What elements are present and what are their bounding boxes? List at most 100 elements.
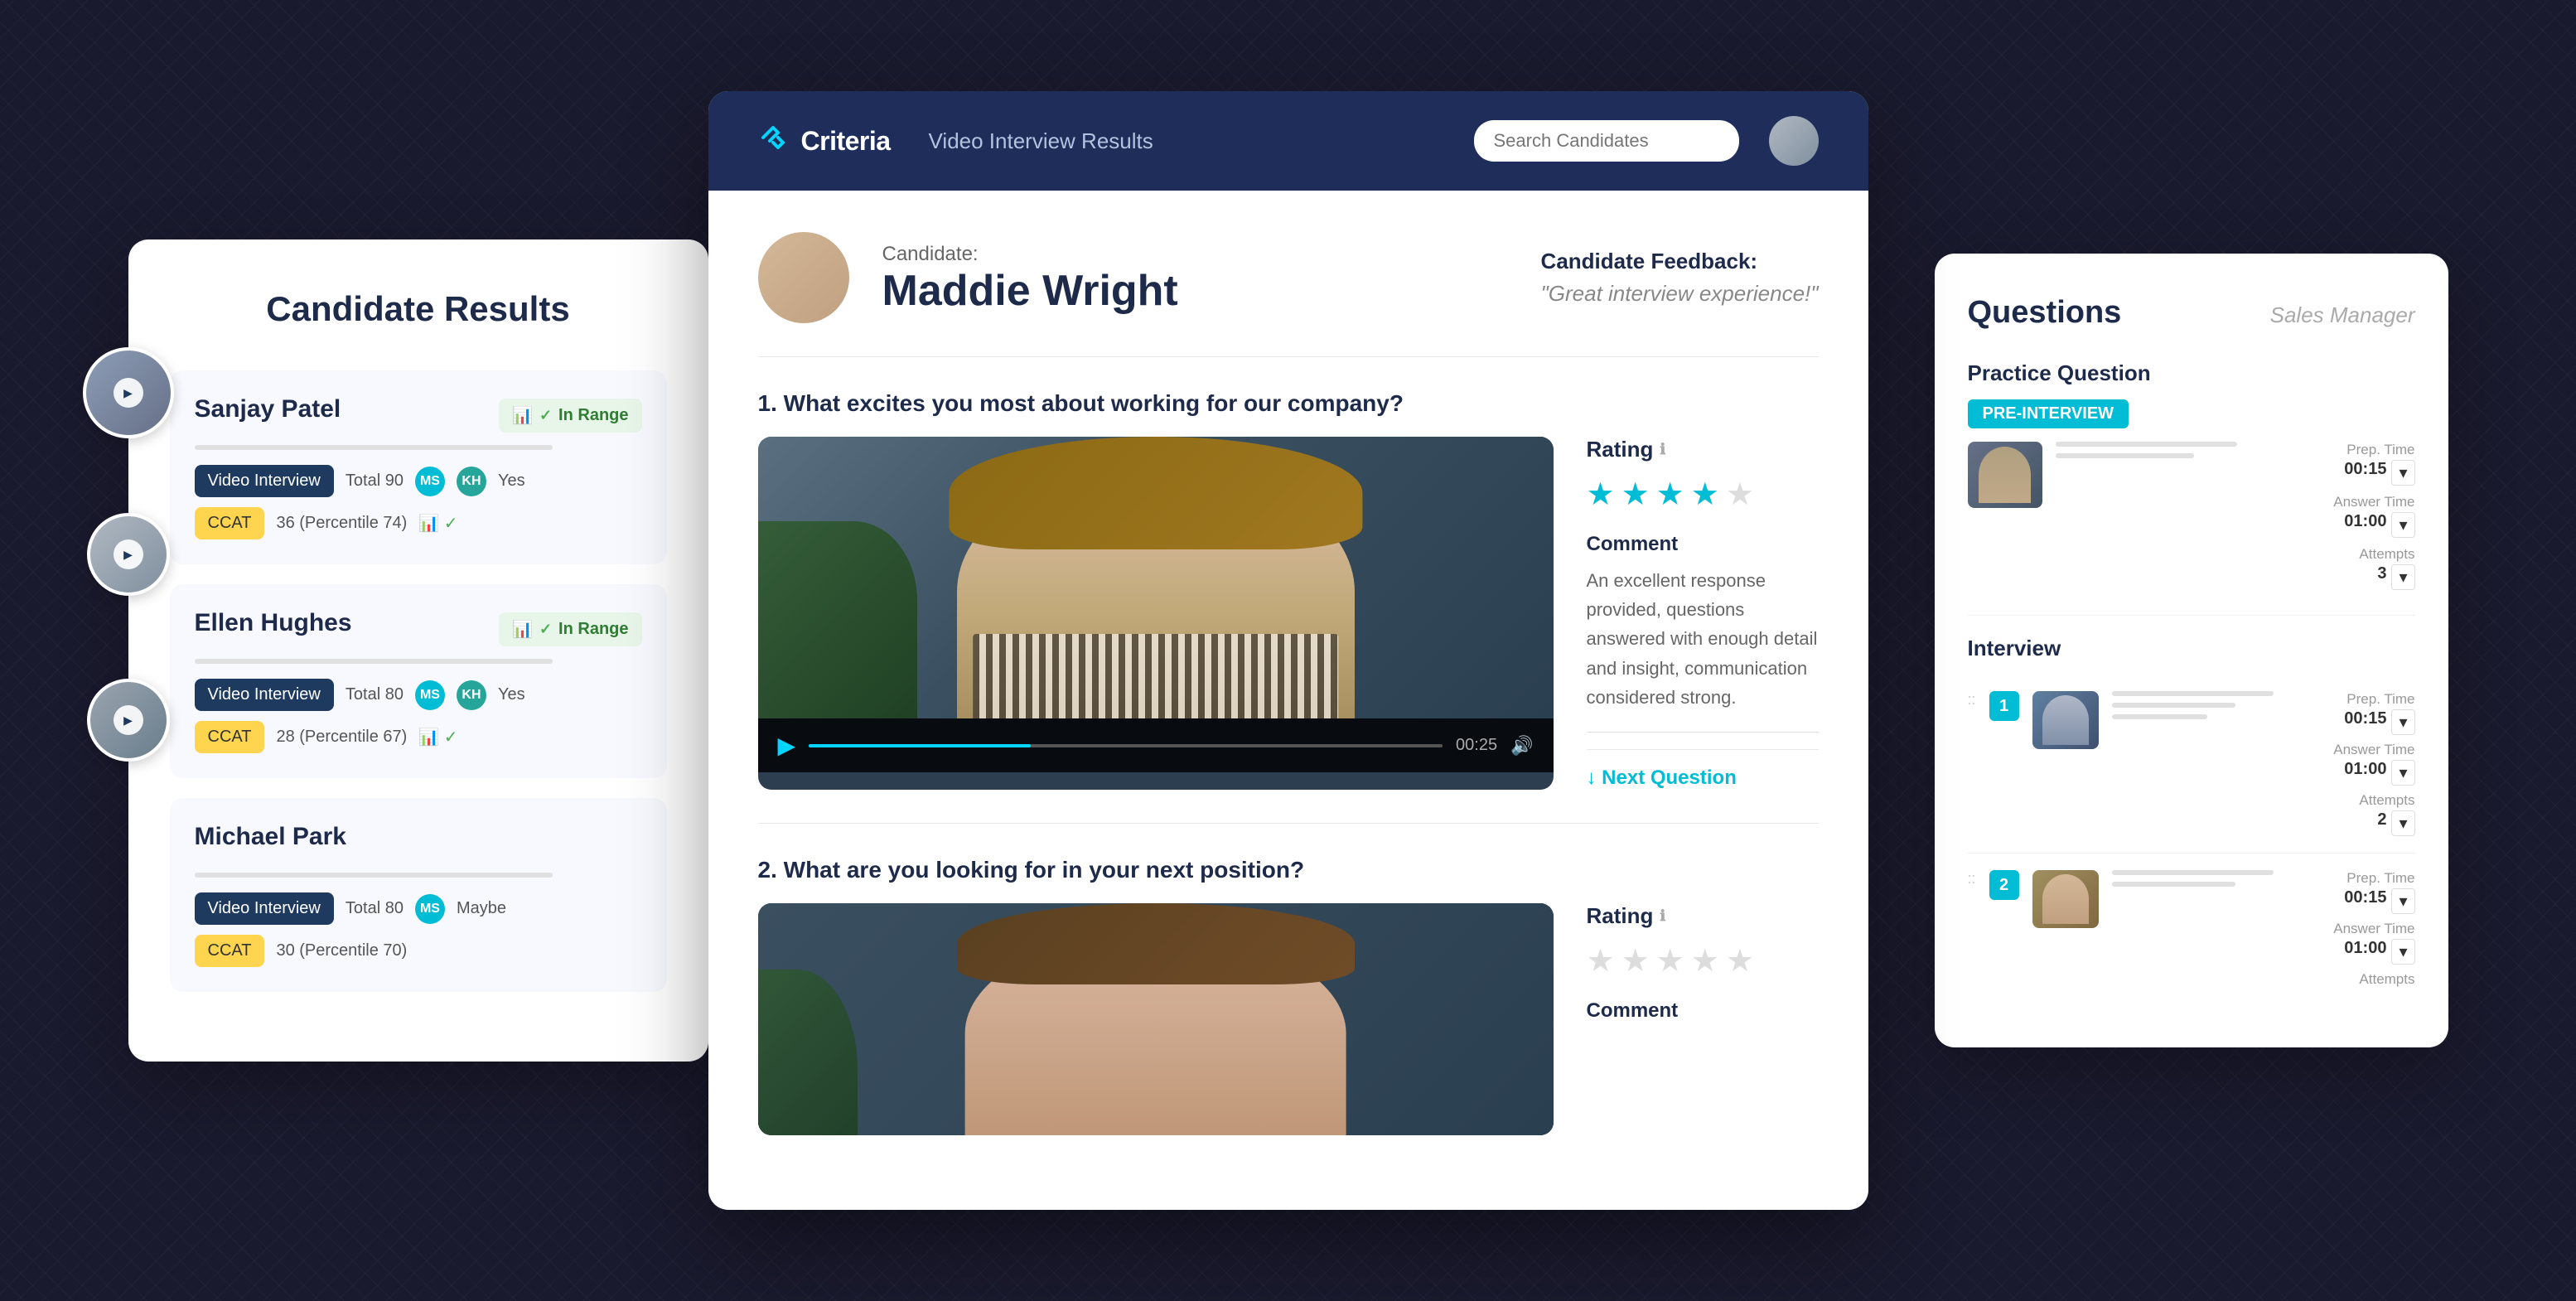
practice-bar-2 — [2056, 453, 2195, 458]
time-display-1: 00:25 — [1456, 736, 1497, 755]
play-icon-1[interactable]: ▶ — [778, 732, 796, 759]
candidate-tags-ellen: Video Interview Total 80 MS KH Yes — [195, 679, 642, 711]
tag-ms-michael: MS — [415, 894, 445, 924]
star-2-5[interactable]: ★ — [1726, 942, 1754, 979]
questions-subtitle: Sales Manager — [2270, 302, 2415, 328]
candidate-name-michael: Michael Park — [195, 823, 346, 851]
q1-prep-dropdown[interactable]: ▾ — [2391, 709, 2414, 735]
stars-2: ★ ★ ★ ★ ★ — [1587, 942, 1819, 979]
main-panel: Criteria Video Interview Results Candida… — [708, 91, 1868, 1210]
candidate-bar-michael — [195, 873, 553, 878]
q1-answer-dropdown[interactable]: ▾ — [2391, 760, 2414, 786]
video-placeholder-2 — [758, 903, 1554, 1135]
drag-handle-1[interactable]: :: — [1968, 691, 1976, 709]
search-input[interactable] — [1474, 120, 1739, 162]
tag-ccat-sanjay: CCAT — [195, 507, 265, 539]
header-title: Video Interview Results — [929, 128, 1153, 154]
tag-total-sanjay: Total 90 — [346, 472, 404, 491]
practice-attempts-dropdown[interactable]: ▾ — [2391, 564, 2414, 590]
star-2-3[interactable]: ★ — [1656, 942, 1684, 979]
tag-percentile-michael: 30 (Percentile 70) — [276, 941, 407, 960]
volume-icon-1[interactable]: 🔊 — [1510, 735, 1533, 757]
interview-section: Interview :: 1 Prep. Time 00:15 ▾ — [1968, 636, 2415, 1006]
star-2-1[interactable]: ★ — [1587, 942, 1615, 979]
tag-kh-ellen: KH — [457, 680, 486, 710]
question-meta-2: Prep. Time 00:15 ▾ Answer Time 01:00 ▾ A… — [2316, 870, 2415, 989]
tag-video-michael: Video Interview — [195, 892, 334, 925]
tag-ms-ellen: MS — [415, 680, 445, 710]
interview-item-2: :: 2 Prep. Time 00:15 ▾ Answer Time — [1968, 854, 2415, 1006]
play-button-ellen[interactable]: ▶ — [114, 539, 143, 569]
q2-answer-dropdown[interactable]: ▾ — [2391, 939, 2414, 965]
video-player-2 — [758, 903, 1554, 1135]
questions-panel: Questions Sales Manager Practice Questio… — [1935, 254, 2448, 1047]
stars-1: ★ ★ ★ ★ ★ — [1587, 476, 1819, 513]
question-title-2: 2. What are you looking for in your next… — [758, 857, 1819, 883]
practice-prep-label: Prep. Time — [2283, 442, 2415, 458]
candidate-bar-sanjay — [195, 445, 553, 450]
pre-interview-badge: PRE-INTERVIEW — [1968, 399, 2129, 428]
question-thumb-1 — [2032, 691, 2099, 749]
star-1-4[interactable]: ★ — [1691, 476, 1719, 513]
tag-ccat-michael: CCAT — [195, 935, 265, 967]
chart-icon-sanjay: 📊 — [512, 405, 533, 426]
in-range-badge-ellen: 📊 ✓ In Range — [499, 612, 641, 646]
candidate-results-card: ▶ ▶ ▶ Candidate Results Sanjay Patel 📊 ✓… — [128, 239, 708, 1062]
tag-kh-sanjay: KH — [457, 467, 486, 496]
star-1-1[interactable]: ★ — [1587, 476, 1615, 513]
practice-section: Practice Question PRE-INTERVIEW Prep. Ti… — [1968, 360, 2415, 590]
candidate-main-avatar — [758, 232, 849, 323]
feedback-area: Candidate Feedback: "Great interview exp… — [1541, 249, 1819, 307]
main-header: Criteria Video Interview Results — [708, 91, 1868, 191]
star-2-4[interactable]: ★ — [1691, 942, 1719, 979]
candidate-results-title: Candidate Results — [170, 289, 667, 329]
star-1-3[interactable]: ★ — [1656, 476, 1684, 513]
chart-check-sanjay: 📊 ✓ — [418, 513, 457, 534]
progress-fill-1 — [809, 744, 1031, 747]
practice-answer-value: 01:00 — [2344, 512, 2386, 531]
interview-item-1: :: 1 Prep. Time 00:15 ▾ Answer Time — [1968, 675, 2415, 854]
logo-icon — [758, 123, 788, 160]
practice-prep-value: 00:15 — [2344, 460, 2386, 479]
questions-title: Questions — [1968, 295, 2122, 331]
candidate-main-name: Maddie Wright — [882, 269, 1178, 312]
practice-answer-label: Answer Time — [2283, 494, 2415, 510]
drag-handle-2[interactable]: :: — [1968, 870, 1976, 887]
tag-ccat-ellen: CCAT — [195, 721, 265, 753]
candidate-row-ellen: Ellen Hughes 📊 ✓ In Range Video Intervie… — [170, 584, 667, 778]
star-1-5[interactable]: ★ — [1726, 476, 1754, 513]
tag-verdict-ellen: Yes — [498, 685, 525, 704]
question-thumb-2 — [2032, 870, 2099, 928]
tag-ms-sanjay: MS — [415, 467, 445, 496]
candidate-tags-michael: Video Interview Total 80 MS Maybe — [195, 892, 642, 925]
rating-label-1: Rating ℹ — [1587, 437, 1819, 462]
progress-bar-1[interactable] — [809, 744, 1443, 747]
star-2-2[interactable]: ★ — [1621, 942, 1650, 979]
feedback-text: "Great interview experience!" — [1541, 281, 1819, 307]
comment-label-1: Comment — [1587, 533, 1819, 556]
q2-prep-dropdown[interactable]: ▾ — [2391, 888, 2414, 914]
practice-section-label: Practice Question — [1968, 360, 2415, 386]
play-button-michael[interactable]: ▶ — [114, 705, 143, 735]
tag-video-sanjay: Video Interview — [195, 465, 334, 497]
in-range-badge-sanjay: 📊 ✓ In Range — [499, 399, 641, 433]
practice-bar-1 — [2056, 442, 2237, 447]
logo-area: Criteria Video Interview Results — [758, 123, 1153, 160]
main-content: Candidate: Maddie Wright Candidate Feedb… — [708, 191, 1868, 1210]
play-button-sanjay[interactable]: ▶ — [114, 378, 143, 408]
rating-label-2: Rating ℹ — [1587, 903, 1819, 929]
chart-check-ellen: 📊 ✓ — [418, 727, 457, 747]
practice-answer-dropdown[interactable]: ▾ — [2391, 512, 2414, 538]
practice-prep-dropdown[interactable]: ▾ — [2391, 460, 2414, 486]
tag-percentile-sanjay: 36 (Percentile 74) — [276, 514, 407, 533]
next-question-button[interactable]: ↓ Next Question — [1587, 749, 1819, 790]
avatar-ellen: ▶ — [87, 513, 170, 596]
user-avatar — [1769, 116, 1819, 166]
question-section-1: 1. What excites you most about working f… — [758, 390, 1819, 790]
interview-section-label: Interview — [1968, 636, 2415, 661]
q1-attempts-dropdown[interactable]: ▾ — [2391, 810, 2414, 836]
question-section-2: 2. What are you looking for in your next… — [758, 857, 1819, 1135]
practice-question-row: Prep. Time 00:15 ▾ Answer Time 01:00 ▾ A… — [1968, 442, 2415, 590]
rating-info-icon-2: ℹ — [1660, 907, 1665, 925]
star-1-2[interactable]: ★ — [1621, 476, 1650, 513]
